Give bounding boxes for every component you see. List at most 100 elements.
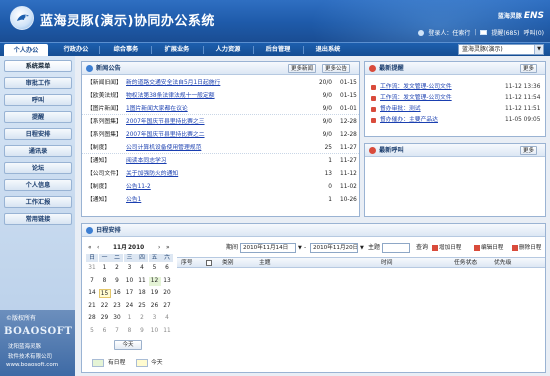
theme-input[interactable]: [382, 243, 410, 253]
calendar-day[interactable]: 13: [161, 277, 173, 286]
reminder-row[interactable]: 工作流：发文管理-公司文件 11-12 11:54: [365, 93, 545, 104]
calendar-day[interactable]: 10: [149, 327, 161, 336]
calendar-day[interactable]: 10: [124, 277, 136, 286]
add-schedule-button[interactable]: 增加日程: [439, 243, 461, 253]
calendar-day[interactable]: 12: [148, 276, 161, 286]
calendar-day[interactable]: 11: [136, 277, 148, 286]
calendar-day[interactable]: 30: [111, 314, 123, 323]
calendar-day[interactable]: 27: [161, 302, 173, 311]
reminder-row[interactable]: 督办催办：主要产品达 11-05 09:05: [365, 115, 545, 126]
calendar-day[interactable]: 6: [161, 264, 173, 273]
calendar-year[interactable]: 2010: [128, 244, 144, 253]
reminder-row[interactable]: 督办审批：测试 11-12 11:51: [365, 104, 545, 115]
news-title-link[interactable]: 公告11-2: [126, 182, 151, 193]
calendar-day[interactable]: 24: [124, 302, 136, 311]
query-button[interactable]: 查询: [416, 243, 428, 253]
call-link[interactable]: 呼叫(0): [524, 28, 545, 37]
calendar-day[interactable]: 22: [99, 302, 111, 311]
news-title-link[interactable]: 关于加强防火的通知: [126, 169, 178, 180]
calendar-day[interactable]: 15: [98, 289, 111, 298]
calendar-day[interactable]: 8: [99, 277, 111, 286]
calendar-day[interactable]: 11: [161, 327, 173, 336]
calendar-day[interactable]: 18: [136, 289, 148, 298]
company-select[interactable]: 蓝海灵豚(演示) ▼: [458, 44, 544, 55]
news-title-link[interactable]: 阅读本同志学习: [126, 156, 167, 167]
news-row[interactable]: 【新闻旧闻】 新的道路交通安全法自5月1日起施行 20/0 01-15: [82, 78, 359, 89]
today-button[interactable]: 今天: [114, 340, 142, 350]
news-row[interactable]: 【制度】 公司计算机设备使用管理规范 25 11-27: [82, 143, 359, 154]
news-row[interactable]: 【制度】 公告11-2 0 11-02: [82, 182, 359, 193]
news-row[interactable]: 【公司文件】 关于加强防火的通知 13 11-12: [82, 169, 359, 180]
calendar-day[interactable]: 16: [111, 289, 123, 298]
calendar-day[interactable]: 17: [124, 289, 136, 298]
calendar-day[interactable]: 23: [111, 302, 123, 311]
sidebar-item-forum[interactable]: 论坛: [4, 162, 72, 174]
news-title-link[interactable]: 公告1: [126, 195, 141, 206]
calendar-day[interactable]: 29: [99, 314, 111, 323]
news-row[interactable]: 【系列图集】 2007年国庆节县里持比赛之三 9/0 12-28: [82, 117, 359, 128]
calendar-day[interactable]: 3: [149, 314, 161, 323]
date-from-input[interactable]: 2010年11月14日: [240, 243, 296, 253]
news-row[interactable]: 【通知】 阅读本同志学习 1 11-27: [82, 156, 359, 167]
next-year-button[interactable]: »: [166, 244, 170, 253]
more-news-button[interactable]: 更多新闻: [288, 64, 317, 73]
calendar-day[interactable]: 1: [99, 264, 111, 273]
news-row[interactable]: 【欧美法规】 物权法第38条法律法规十一般定额 9/0 01-15: [82, 91, 359, 102]
prev-year-button[interactable]: «: [88, 244, 92, 253]
sidebar-item-system-menu[interactable]: 系统菜单: [4, 60, 72, 72]
calendar-day[interactable]: 8: [124, 327, 136, 336]
select-all-checkbox[interactable]: [206, 260, 212, 266]
date-to-input[interactable]: 2010年11月20日: [310, 243, 358, 253]
company-website[interactable]: www.boaosoft.com: [6, 362, 58, 368]
calendar-day[interactable]: 4: [136, 264, 148, 273]
calendar-day[interactable]: 20: [161, 289, 173, 298]
reminder-row[interactable]: 工作流：发文管理-公司文件 11-12 13:36: [365, 82, 545, 93]
sidebar-item-schedule[interactable]: 日程安排: [4, 128, 72, 140]
sidebar-item-reminder[interactable]: 提醒: [4, 111, 72, 123]
calendar-day[interactable]: 6: [99, 327, 111, 336]
news-title-link[interactable]: 1图片新闻大家都在议论: [126, 104, 188, 115]
calendar-day[interactable]: 31: [86, 264, 98, 273]
calendar-day[interactable]: 7: [86, 277, 98, 286]
news-title-link[interactable]: 2007年国庆节县里持比赛之二: [126, 130, 205, 141]
calendar-day[interactable]: 9: [111, 277, 123, 286]
next-month-button[interactable]: ›: [158, 244, 160, 253]
news-row[interactable]: 【系列图集】 2007年国庆节县里持比赛之二 9/0 12-28: [82, 130, 359, 141]
calendar-day[interactable]: 21: [86, 302, 98, 311]
tab-backend-admin[interactable]: 后台管理: [256, 43, 300, 57]
reminder-title-link[interactable]: 督办催办：主要产品达: [380, 115, 438, 126]
tab-exit-system[interactable]: 退出系统: [306, 43, 350, 57]
edit-schedule-button[interactable]: 编辑日程: [481, 243, 503, 253]
reminder-title-link[interactable]: 工作流：发文管理-公司文件: [380, 93, 452, 104]
tab-admin-office[interactable]: 行政办公: [56, 43, 96, 57]
sidebar-item-call[interactable]: 呼叫: [4, 94, 72, 106]
prev-month-button[interactable]: ‹: [97, 244, 99, 253]
sidebar-item-approval[interactable]: 审批工作: [4, 77, 72, 89]
more-calls-button[interactable]: 更多: [520, 146, 538, 155]
calendar-day[interactable]: 25: [136, 302, 148, 311]
news-row[interactable]: 【通知】 公告1 1 10-26: [82, 195, 359, 206]
calendar-day[interactable]: 14: [86, 289, 98, 298]
date-to-picker-icon[interactable]: ▼: [360, 243, 365, 253]
delete-schedule-button[interactable]: 删除日程: [519, 243, 541, 253]
reminder-link[interactable]: 提醒(685): [491, 28, 519, 37]
calendar-day[interactable]: 2: [111, 264, 123, 273]
calendar-day[interactable]: 2: [136, 314, 148, 323]
calendar-day[interactable]: 5: [149, 264, 161, 273]
calendar-day[interactable]: 5: [86, 327, 98, 336]
calendar-day[interactable]: 3: [124, 264, 136, 273]
tab-human-resources[interactable]: 人力资源: [206, 43, 250, 57]
calendar-day[interactable]: 1: [124, 314, 136, 323]
more-notice-button[interactable]: 更多公告: [322, 64, 351, 73]
calendar-day[interactable]: 28: [86, 314, 98, 323]
news-title-link[interactable]: 物权法第38条法律法规十一般定额: [126, 91, 215, 102]
tab-extended-business[interactable]: 扩展业务: [155, 43, 199, 57]
calendar-day[interactable]: 19: [149, 289, 161, 298]
tab-general-affairs[interactable]: 综合事务: [104, 43, 148, 57]
news-row[interactable]: 【图片新闻】 1图片新闻大家都在议论 9/0 01-01: [82, 104, 359, 115]
calendar-month[interactable]: 11月: [113, 244, 127, 253]
calendar-day[interactable]: 26: [149, 302, 161, 311]
reminder-title-link[interactable]: 工作流：发文管理-公司文件: [380, 82, 452, 93]
news-title-link[interactable]: 公司计算机设备使用管理规范: [126, 143, 201, 154]
calendar-day[interactable]: 4: [161, 314, 173, 323]
